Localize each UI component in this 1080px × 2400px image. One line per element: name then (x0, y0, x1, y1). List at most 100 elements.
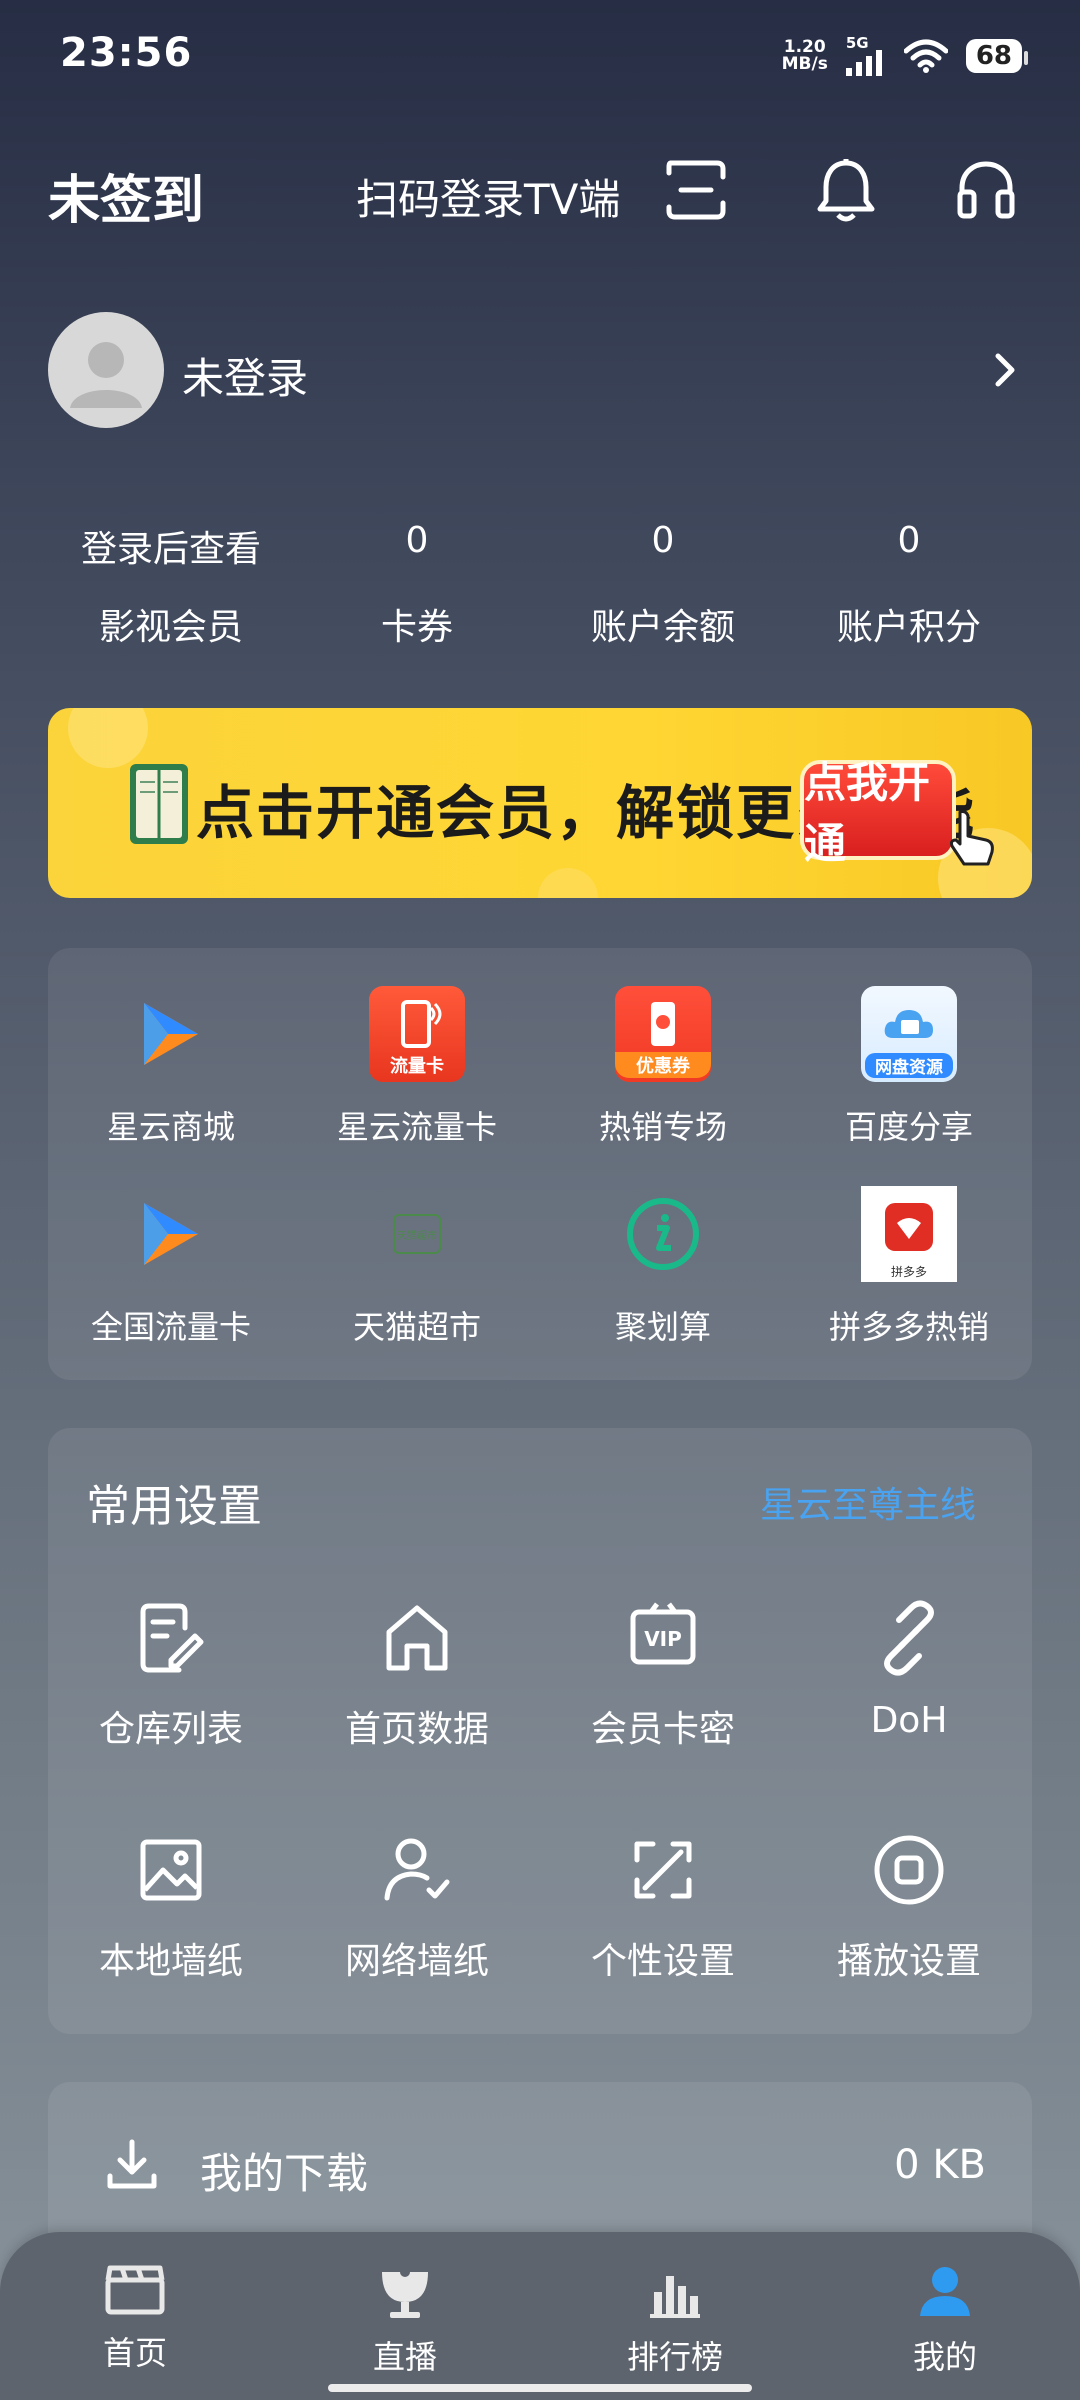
settings-panel: 常用设置 星云至尊主线 仓库列表 首页数据 VIP 会员卡密 DoH 本地墙纸 … (48, 1428, 1032, 2034)
nav-ranking[interactable]: 排行榜 (540, 2232, 810, 2400)
app-tmall-supermarket[interactable]: 天猫超市 天猫超市 (294, 1186, 540, 1348)
signal-icon: 5G (845, 34, 886, 76)
setting-label: 个性设置 (590, 1941, 735, 1982)
stat-coupons[interactable]: 0 卡券 (294, 520, 540, 650)
support-button[interactable] (950, 154, 1022, 226)
stat-value: 0 (405, 520, 429, 561)
bottom-navigation: 首页 直播 排行榜 我的 (0, 2232, 1080, 2400)
app-badge: 天猫超市 (397, 1230, 437, 1242)
app-label: 天猫超市 (352, 1308, 481, 1346)
nav-label: 我的 (912, 2338, 977, 2376)
link-icon (884, 1600, 934, 1676)
stat-label: 账户余额 (590, 607, 735, 648)
book-icon (130, 764, 188, 844)
setting-home-data[interactable]: 首页数据 (294, 1598, 540, 1752)
avatar-placeholder-icon (70, 342, 142, 408)
hand-pointer-icon (950, 810, 994, 866)
stop-circle-icon (874, 1835, 944, 1905)
account-stats: 登录后查看 影视会员 0 卡券 0 账户余额 0 账户积分 (48, 520, 1032, 650)
setting-network-wallpaper[interactable]: 网络墙纸 (294, 1830, 540, 1984)
vip-banner[interactable]: 点击开通会员，解锁更多功能 点我开通 (48, 708, 1032, 898)
headset-icon (957, 161, 1015, 219)
stat-balance[interactable]: 0 账户余额 (540, 520, 786, 650)
apps-panel: 星云商城 流量卡 星云流量卡 优惠券 热销专场 网盘资源 百度分享 全国流量卡 … (48, 948, 1032, 1380)
edit-doc-icon (140, 1603, 204, 1673)
downloads-size: 0 KB (894, 2142, 986, 2188)
setting-personalization[interactable]: 个性设置 (540, 1830, 786, 1984)
user-check-icon (384, 1838, 450, 1901)
chevron-right-icon[interactable] (992, 350, 1018, 390)
scan-icon (666, 160, 726, 220)
coupon-icon: 优惠券 (615, 986, 711, 1082)
downloads-label: 我的下载 (200, 2149, 369, 2198)
app-label: 热销专场 (598, 1108, 727, 1146)
person-icon (920, 2267, 970, 2316)
scan-login-label[interactable]: 扫码登录TV端 (356, 166, 620, 227)
setting-local-wallpaper[interactable]: 本地墙纸 (48, 1830, 294, 1984)
network-type: 5G (845, 34, 869, 52)
nav-label: 首页 (102, 2334, 167, 2372)
app-baidu-share[interactable]: 网盘资源 百度分享 (786, 986, 1032, 1148)
setting-label: 首页数据 (344, 1709, 489, 1750)
stat-value: 登录后查看 (80, 529, 261, 570)
home-icon (386, 1605, 448, 1671)
setting-repo-list[interactable]: 仓库列表 (48, 1598, 294, 1752)
bar-chart-icon (650, 2276, 700, 2318)
app-xingyun-traffic-card[interactable]: 流量卡 星云流量卡 (294, 986, 540, 1148)
setting-label: 仓库列表 (98, 1709, 243, 1750)
nav-label: 直播 (372, 2338, 437, 2376)
juhuasuan-icon (615, 1186, 711, 1282)
nav-label: 排行榜 (626, 2338, 723, 2376)
app-label: 星云商城 (106, 1108, 235, 1146)
stat-value: 0 (897, 520, 921, 561)
app-badge: 拼多多 (890, 1265, 927, 1279)
app-label: 聚划算 (614, 1308, 711, 1346)
app-juhuasuan[interactable]: 聚划算 (540, 1186, 786, 1348)
svg-text:VIP: VIP (644, 1627, 682, 1651)
vip-icon: VIP (630, 1602, 696, 1665)
home-indicator[interactable] (328, 2384, 752, 2392)
app-badge: 优惠券 (615, 1052, 711, 1078)
image-icon (140, 1839, 202, 1901)
net-speed: 1.20 MB/s (781, 37, 828, 74)
app-national-traffic-card[interactable]: 全国流量卡 (48, 1186, 294, 1348)
nav-mine[interactable]: 我的 (810, 2232, 1080, 2400)
stat-vip[interactable]: 登录后查看 影视会员 (48, 520, 294, 650)
app-label: 拼多多热销 (828, 1308, 989, 1346)
app-xingyun-mall[interactable]: 星云商城 (48, 986, 294, 1148)
nav-home[interactable]: 首页 (0, 2232, 270, 2400)
stat-label: 卡券 (380, 607, 453, 648)
setting-label: 网络墙纸 (344, 1941, 489, 1982)
setting-vip-code[interactable]: VIP 会员卡密 (540, 1598, 786, 1752)
setting-doh[interactable]: DoH (786, 1598, 1032, 1752)
bell-icon (817, 159, 875, 222)
setting-label: 本地墙纸 (98, 1941, 243, 1982)
notification-button[interactable] (810, 154, 882, 226)
download-icon (107, 2139, 157, 2189)
banner-open-button[interactable]: 点我开通 (800, 758, 956, 868)
app-label: 百度分享 (844, 1108, 973, 1146)
sign-in-status[interactable]: 未签到 (48, 158, 204, 233)
settings-line-link[interactable]: 星云至尊主线 (760, 1476, 976, 1528)
nav-live[interactable]: 直播 (270, 2232, 540, 2400)
setting-playback[interactable]: 播放设置 (786, 1830, 1032, 1984)
stat-points[interactable]: 0 账户积分 (786, 520, 1032, 650)
settings-title: 常用设置 (86, 1481, 262, 1532)
app-pinduoduo[interactable]: 拼多多 拼多多热销 (786, 1186, 1032, 1348)
setting-label: 会员卡密 (590, 1709, 735, 1750)
battery-indicator: 68 (965, 39, 1029, 73)
app-hot-sale[interactable]: 优惠券 热销专场 (540, 986, 786, 1148)
wifi-icon (903, 39, 948, 73)
play-logo-icon (123, 986, 219, 1082)
avatar[interactable] (48, 312, 164, 428)
scan-button[interactable] (660, 154, 732, 226)
status-time: 23:56 (60, 30, 193, 76)
stat-label: 影视会员 (98, 607, 243, 648)
app-label: 全国流量卡 (90, 1308, 251, 1346)
satellite-icon (382, 2267, 428, 2318)
play-logo-icon (123, 1186, 219, 1282)
stat-label: 账户积分 (836, 607, 981, 648)
app-label: 星云流量卡 (336, 1108, 497, 1146)
stat-value: 0 (651, 520, 675, 561)
login-status[interactable]: 未登录 (182, 345, 308, 406)
